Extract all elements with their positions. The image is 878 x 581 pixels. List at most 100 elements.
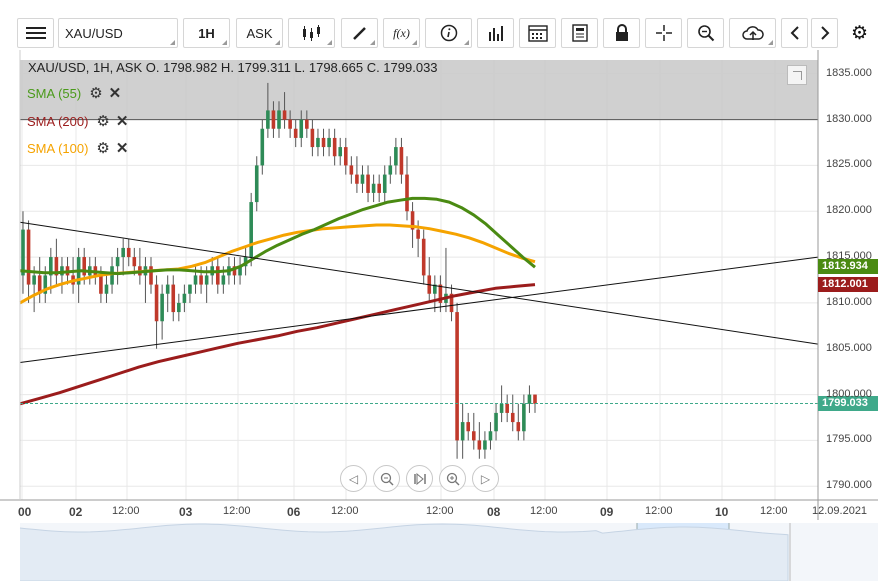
candle [121,238,125,276]
candle-body [499,403,504,413]
candle [165,275,170,313]
time-tick-label: 09 [600,505,614,519]
candle-body [371,183,376,193]
cloud-upload-icon [741,26,764,40]
time-tick-label: 12:00 [112,505,140,517]
candle [527,385,532,413]
lock-button[interactable] [603,18,640,48]
document-icon [571,24,588,42]
candle-body [310,128,315,148]
candle-body [377,183,381,193]
candle-body [126,247,131,258]
bar-chart-icon [488,26,503,41]
candle [371,174,376,203]
zoom-out-button[interactable] [373,465,400,492]
candle-body [288,119,292,129]
candle [388,156,393,184]
candle-body [332,137,337,157]
close-icon[interactable]: ✕ [116,114,129,129]
close-icon[interactable]: ✕ [116,141,129,156]
price-tick-label: 1830.000 [826,112,872,125]
gear-icon[interactable]: ⚙ [89,86,102,101]
indicators-button[interactable]: f(x) [383,18,420,48]
time-tick-label: 12:00 [645,505,673,517]
indicator-label[interactable]: SMA (100) [27,141,88,156]
sma-100-line [19,223,536,305]
time-tick-label: 12:00 [530,505,558,517]
overview-strip[interactable] [19,523,878,581]
time-tick-label: 08 [487,505,501,519]
candle-body [421,238,426,276]
expand-chart-button[interactable] [787,65,807,85]
time-tick-label: 12:00 [331,505,359,517]
info-button[interactable] [425,18,472,48]
candle-body [277,110,281,129]
candle [394,137,398,175]
timeframe-select[interactable]: 1H [183,18,230,48]
template-button[interactable] [561,18,598,48]
scroll-left-button[interactable] [781,18,808,48]
lock-icon [615,24,628,41]
candle-body [477,440,482,450]
draw-tool-button[interactable] [341,18,378,48]
pan-right-button[interactable]: ▷ [472,465,499,492]
candle [427,257,432,303]
candle-body [282,110,287,120]
candle [488,422,493,450]
pan-left-button[interactable]: ◁ [340,465,367,492]
price-badge: 1812.001 [818,277,878,293]
crosshair-button[interactable] [645,18,682,48]
candle [382,165,387,203]
candle [433,275,437,313]
candle [54,238,59,285]
candle-body [510,412,515,423]
indicator-label[interactable]: SMA (55) [27,86,81,101]
reset-view-button[interactable] [406,465,433,492]
candle-body [488,431,493,441]
menu-button[interactable] [17,18,54,48]
chart-type-button[interactable] [288,18,335,48]
candle-body [249,202,253,258]
indicator-row-sma100: SMA (100) ⚙ ✕ [27,138,134,158]
cloud-save-button[interactable] [729,18,776,48]
zoom-button[interactable] [687,18,724,48]
candle-body [160,293,164,322]
price-tick-label: 1805.000 [826,341,872,354]
gear-icon[interactable]: ⚙ [96,141,109,156]
time-tick-label: 06 [287,505,301,519]
gear-icon[interactable]: ⚙ [96,114,109,129]
close-icon[interactable]: ✕ [109,86,122,101]
symbol-select[interactable]: XAU/USD [58,18,178,48]
candle-body [394,147,398,166]
candle [421,229,426,285]
candle [76,247,81,303]
scroll-right-button[interactable] [811,18,838,48]
candle-body [321,137,326,148]
candle [143,257,148,303]
candle-body [338,147,343,157]
candle [327,128,331,157]
candle-body [99,275,103,294]
candlestick-icon [302,25,320,41]
candle-body [165,284,170,294]
candle-body [188,284,192,294]
crosshair-icon [655,25,672,41]
symbol-label: XAU/USD [65,25,123,41]
price-type-select[interactable]: ASK [236,18,283,48]
indicator-label[interactable]: SMA (200) [27,114,88,129]
candle-body [171,284,176,313]
candle-body [416,229,420,239]
candle-body [382,174,387,193]
candle-body [104,284,109,294]
candle-body [405,174,409,212]
chart-area[interactable]: XAU/USD, 1H, ASK O. 1798.982 H. 1799.311… [0,50,878,581]
zoom-in-button[interactable] [439,465,466,492]
time-tick-label: 02 [69,505,83,519]
price-tick-label: 1825.000 [826,158,872,171]
candle-body [182,293,187,303]
calendar-button[interactable] [519,18,556,48]
settings-button[interactable]: ⚙ [843,18,876,48]
candle [37,257,42,303]
volume-button[interactable] [477,18,514,48]
candle-body [483,440,487,450]
